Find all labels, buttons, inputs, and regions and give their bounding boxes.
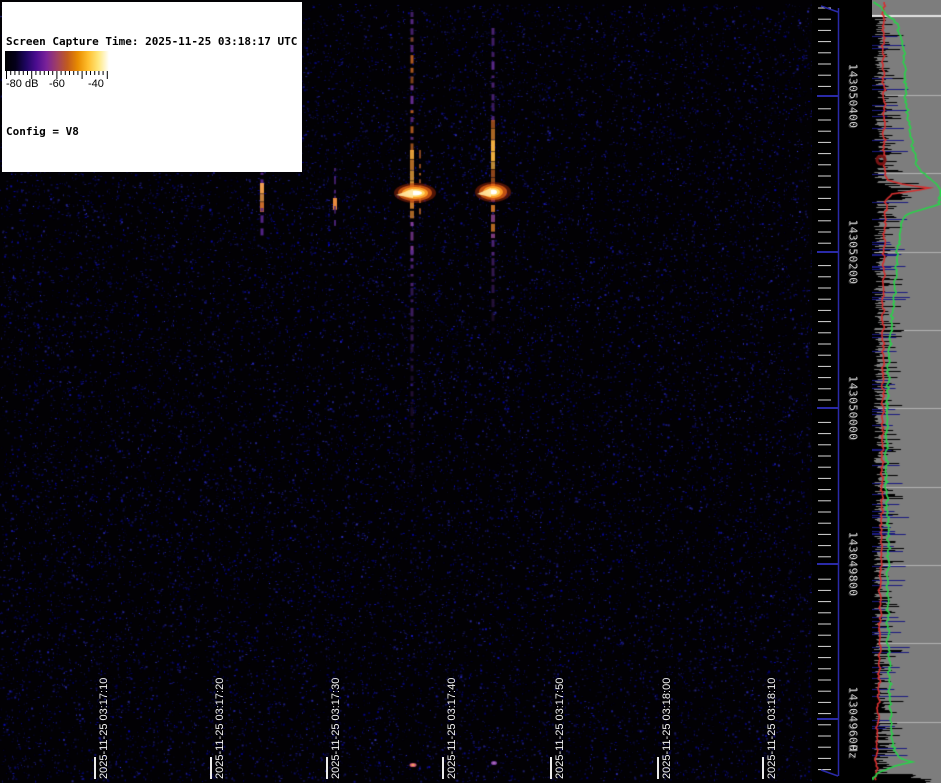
capture-time-text: Screen Capture Time: 2025-11-25 03:18:17… [6, 34, 297, 49]
meteor-spectrogram-screen: 2025-11-25 03:17:10 2025-11-25 03:17:20 20… [0, 0, 941, 783]
intensity-colorbar: -80 dB -60 -40 [5, 51, 109, 92]
colorbar-label-min: -80 dB [6, 78, 38, 90]
frequency-axis-label: 143050400 [847, 63, 860, 128]
time-axis-label: 2025-11-25 03:17:10 [98, 678, 110, 779]
colorbar-labels: -80 dB -60 -40 [5, 79, 109, 92]
capture-config-text: Config = V8 [6, 124, 297, 139]
colorbar-gradient [5, 51, 109, 71]
time-tick [326, 757, 328, 779]
time-axis-label: 2025-11-25 03:17:50 [554, 678, 566, 779]
time-axis-label: 2025-11-25 03:17:30 [330, 678, 342, 779]
time-axis-label: 2025-11-25 03:18:10 [766, 678, 778, 779]
frequency-axis-label: 143050200 [847, 219, 860, 284]
time-tick [762, 757, 764, 779]
frequency-axis-label: 143049600 [847, 686, 860, 751]
frequency-axis-unit: Hz [847, 745, 860, 759]
time-axis-label: 2025-11-25 03:18:00 [661, 678, 673, 779]
time-tick [550, 757, 552, 779]
colorbar-label-mid: -60 [49, 78, 65, 90]
time-axis-label: 2025-11-25 03:17:40 [446, 678, 458, 779]
time-tick [442, 757, 444, 779]
time-tick [94, 757, 96, 779]
frequency-axis-label: 143049800 [847, 531, 860, 596]
time-axis-label: 2025-11-25 03:17:20 [214, 678, 226, 779]
time-tick [210, 757, 212, 779]
time-tick [657, 757, 659, 779]
colorbar-label-max: -40 [88, 78, 104, 90]
frequency-axis-label: 143050000 [847, 375, 860, 440]
spectrum-panel [872, 0, 941, 783]
